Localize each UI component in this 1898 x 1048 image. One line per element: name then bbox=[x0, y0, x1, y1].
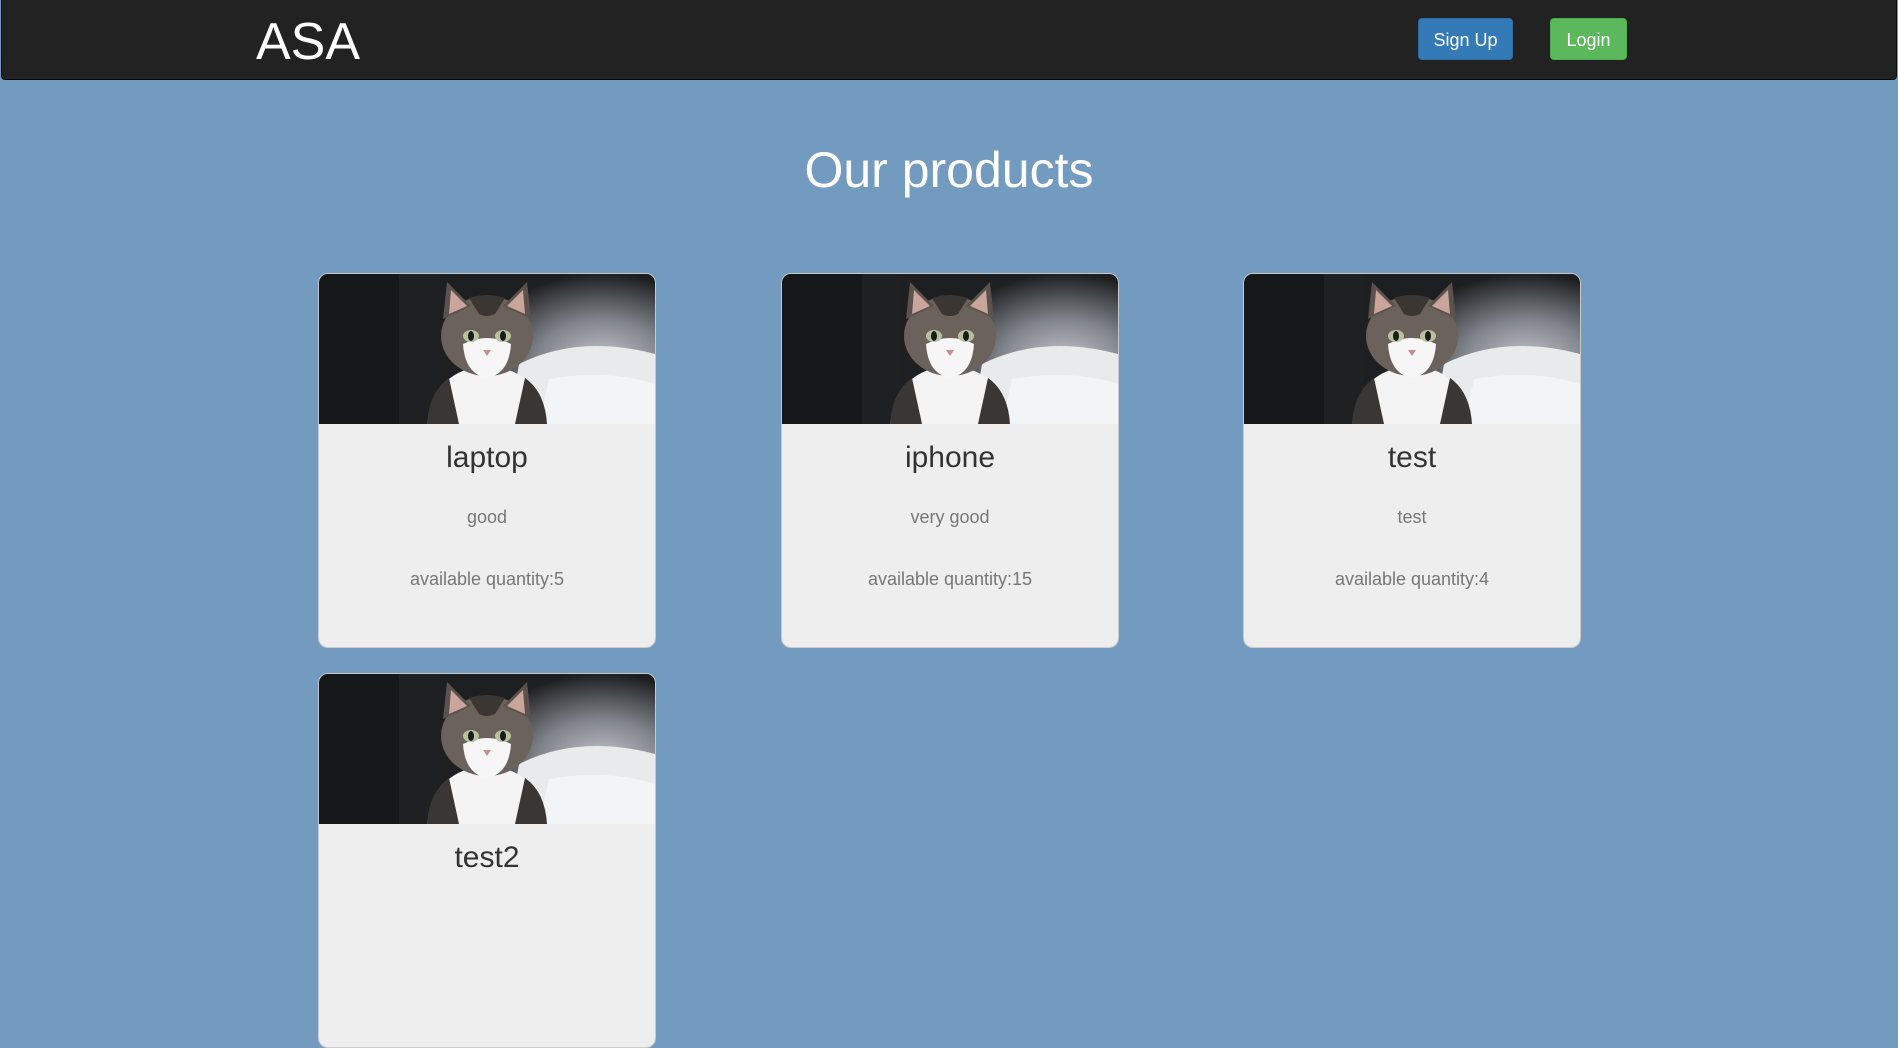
product-name: test bbox=[1387, 441, 1437, 474]
cat-photo bbox=[319, 274, 655, 424]
product-quantity: available quantity:15 bbox=[867, 569, 1033, 589]
product-card[interactable]: test test available quantity:4 bbox=[1243, 273, 1581, 648]
product-card[interactable]: test2 bbox=[318, 673, 656, 1048]
product-name: iphone bbox=[904, 441, 996, 474]
login-button[interactable]: Login bbox=[1550, 18, 1627, 60]
product-description: good bbox=[466, 507, 508, 527]
product-description: test bbox=[1397, 507, 1427, 527]
cat-photo bbox=[782, 274, 1118, 424]
product-quantity: available quantity:5 bbox=[409, 569, 565, 589]
signup-button[interactable]: Sign Up bbox=[1418, 18, 1513, 60]
product-card[interactable]: laptop good available quantity:5 bbox=[318, 273, 656, 648]
cat-photo bbox=[1244, 274, 1580, 424]
cat-photo bbox=[319, 674, 655, 824]
navbar: ASA Sign Up Login bbox=[1, 0, 1897, 80]
product-description: very good bbox=[910, 507, 990, 527]
page-title: Our products bbox=[804, 142, 1094, 198]
product-name: test2 bbox=[454, 841, 520, 874]
product-quantity: available quantity:4 bbox=[1334, 569, 1490, 589]
brand-logo[interactable]: ASA bbox=[256, 12, 360, 72]
product-name: laptop bbox=[446, 441, 528, 474]
product-card[interactable]: iphone very good available quantity:15 bbox=[781, 273, 1119, 648]
